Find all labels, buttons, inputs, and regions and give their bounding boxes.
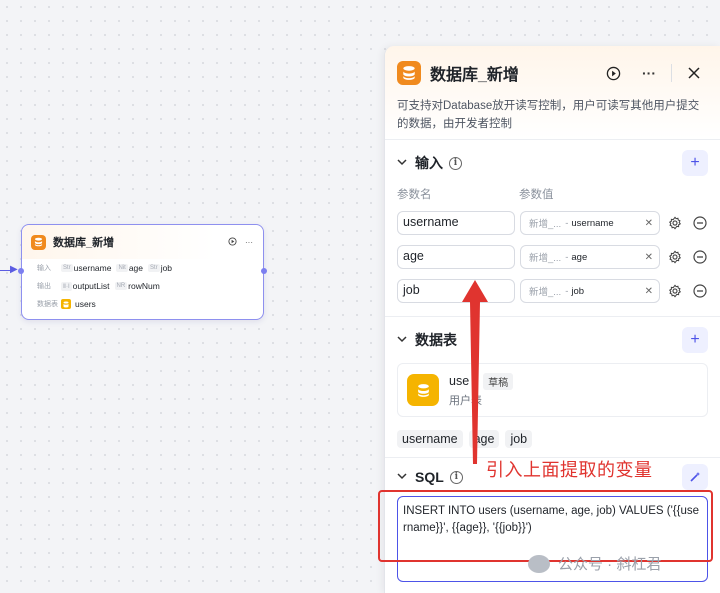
clear-icon[interactable]: ✕ <box>645 286 653 297</box>
chip-name: username <box>73 263 112 273</box>
panel-header: 数据库_新增 ··· 可支持对Database放开读写控制，用户可读写其他用户提… <box>385 46 720 140</box>
clear-icon[interactable]: ✕ <box>645 218 653 229</box>
wechat-icon <box>528 554 550 573</box>
remove-param-icon[interactable] <box>693 216 707 230</box>
sql-section-title: SQL <box>415 469 444 485</box>
table-section: 数据表 + use 草稿 用户表 username age job <box>385 317 720 458</box>
remove-param-icon[interactable] <box>693 250 707 264</box>
panel-description: 可支持对Database放开读写控制，用户可读写其他用户提交的数据，由开发者控制 <box>397 100 700 130</box>
info-icon[interactable]: i <box>449 156 462 170</box>
node-input-chip: Str username <box>61 263 111 273</box>
edge-arrow-icon: ▶ <box>10 264 18 275</box>
remove-param-icon[interactable] <box>693 284 707 298</box>
node-output-label: 输出 <box>37 283 51 290</box>
node-table-row: 数据表 users <box>22 295 263 313</box>
database-icon <box>31 234 46 250</box>
run-icon[interactable] <box>599 60 627 86</box>
watermark: 公众号 · 斜杠君 <box>528 553 661 574</box>
param-value-header: 参数值 <box>519 189 554 201</box>
value-separator: - <box>565 285 569 297</box>
param-name-input[interactable]: username <box>397 211 515 235</box>
node-more-icon[interactable]: ··· <box>245 238 253 247</box>
type-badge: Ⅱ·I <box>61 281 72 291</box>
table-section-title: 数据表 <box>415 332 457 348</box>
watermark-text: 公众号 · 斜杠君 <box>558 556 662 573</box>
table-card[interactable]: use 草稿 用户表 <box>397 363 708 417</box>
chevron-down-icon[interactable] <box>397 472 415 483</box>
more-icon[interactable]: ··· <box>635 60 663 86</box>
value-source: 新增_... <box>529 219 562 230</box>
value-variable: username <box>571 217 614 229</box>
add-table-button[interactable]: + <box>682 327 708 353</box>
value-variable: job <box>571 285 585 297</box>
input-section: 输入 i + 参数名 参数值 username 新增_... - usernam… <box>385 140 720 317</box>
field-tag: username <box>397 430 463 448</box>
close-icon[interactable] <box>680 60 708 86</box>
node-table-name: users <box>75 299 96 309</box>
param-value-select[interactable]: 新增_... - age ✕ <box>520 245 660 269</box>
chip-name: age <box>128 263 144 273</box>
node-output-chip: NR rowNum <box>114 281 160 291</box>
value-variable: age <box>571 251 588 263</box>
value-source: 新增_... <box>529 253 562 264</box>
database-insert-node[interactable]: 数据库_新增 ··· 输入 Str username Nit age Str job … <box>21 224 264 320</box>
field-tags: username age job <box>397 417 708 457</box>
param-value-select[interactable]: 新增_... - username ✕ <box>520 211 660 235</box>
node-input-chip: Str job <box>148 263 172 273</box>
header-divider <box>671 64 672 82</box>
type-badge: Str <box>61 264 73 272</box>
node-table-label: 数据表 <box>37 301 58 308</box>
node-input-label: 输入 <box>37 265 51 272</box>
param-row: job 新增_... - job ✕ <box>397 274 708 308</box>
value-separator: - <box>565 217 569 229</box>
input-section-title: 输入 <box>415 155 443 171</box>
gear-icon[interactable] <box>668 216 682 230</box>
annotation-text: 引入上面提取的变量 <box>486 460 653 481</box>
node-title: 数据库_新增 <box>53 237 115 249</box>
type-badge: Str <box>148 264 160 272</box>
annotation-highlight-box <box>378 490 713 562</box>
clear-icon[interactable]: ✕ <box>645 252 653 263</box>
type-badge: Nit <box>116 264 128 272</box>
gear-icon[interactable] <box>668 284 682 298</box>
node-input-port[interactable] <box>18 268 24 274</box>
node-output-row: 输出 Ⅱ·I outputList NR rowNum <box>22 277 263 295</box>
param-name-header: 参数名 <box>397 189 432 201</box>
param-row: username 新增_... - username ✕ <box>397 206 708 240</box>
type-badge: NR <box>114 282 128 290</box>
gear-icon[interactable] <box>668 250 682 264</box>
node-header: 数据库_新增 ··· <box>22 225 263 259</box>
table-icon <box>61 299 71 309</box>
chevron-down-icon[interactable] <box>397 158 415 169</box>
add-input-button[interactable]: + <box>682 150 708 176</box>
info-icon[interactable]: i <box>449 470 463 484</box>
panel-title: 数据库_新增 <box>430 67 519 84</box>
table-database-icon <box>407 374 439 406</box>
chevron-down-icon[interactable] <box>397 335 415 346</box>
param-value-select[interactable]: 新增_... - job ✕ <box>520 279 660 303</box>
node-input-chip: Nit age <box>116 263 143 273</box>
node-output-port[interactable] <box>261 268 267 274</box>
value-source: 新增_... <box>529 287 562 298</box>
ai-generate-button[interactable] <box>682 464 708 490</box>
node-output-chip: Ⅱ·I outputList <box>61 281 110 291</box>
chip-name: outputList <box>72 281 110 291</box>
param-name-input[interactable]: age <box>397 245 515 269</box>
chip-name: rowNum <box>128 281 160 291</box>
database-icon <box>397 61 421 85</box>
chip-name: job <box>160 263 173 273</box>
annotation-arrow <box>462 280 488 464</box>
param-row: age 新增_... - age ✕ <box>397 240 708 274</box>
field-tag: job <box>505 430 533 448</box>
node-input-row: 输入 Str username Nit age Str job <box>22 259 263 277</box>
node-run-icon[interactable] <box>228 236 237 248</box>
value-separator: - <box>565 251 569 263</box>
